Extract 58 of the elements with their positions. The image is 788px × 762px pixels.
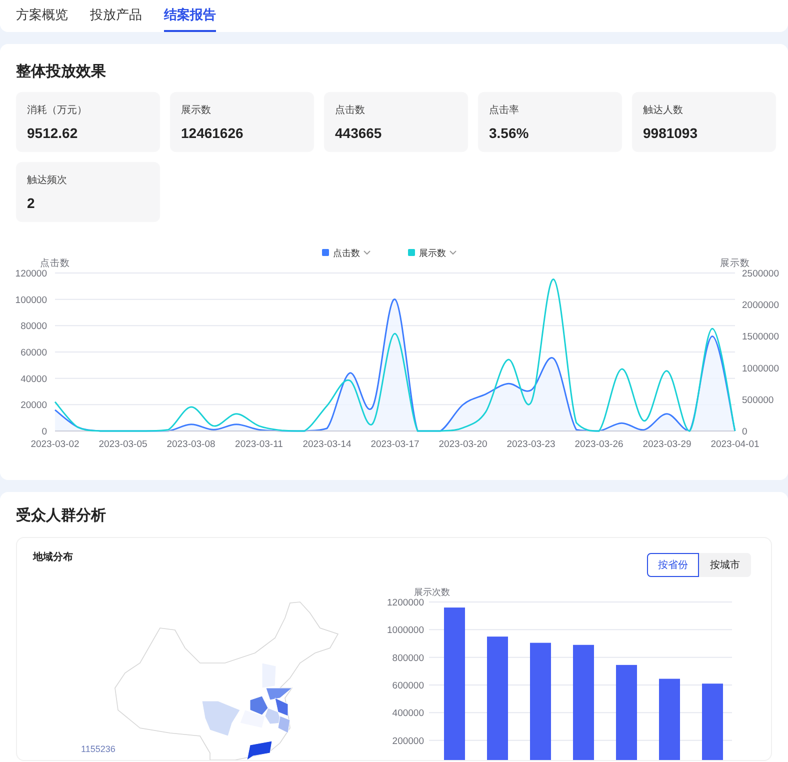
axis-title: 展示次数 — [414, 588, 450, 597]
axis-tick-label: 800000 — [392, 652, 424, 664]
axis-tick-label: 0 — [42, 426, 47, 438]
metric-label: 触达频次 — [27, 175, 68, 187]
axis-tick-label: 2023-03-23 — [506, 439, 556, 450]
metric-value: 9981093 — [643, 124, 699, 143]
axis-tick-label: 1000000 — [742, 363, 779, 374]
toggle-option[interactable]: 按城市 — [699, 553, 751, 577]
metric-label: 消耗（万元） — [27, 105, 88, 117]
axis-tick-label: 120000 — [15, 268, 47, 280]
metric-label: 点击率 — [489, 105, 520, 117]
axis-tick-label: 100000 — [15, 294, 47, 306]
axis-tick-label: 2023-03-29 — [642, 439, 692, 450]
metric-label: 触达人数 — [643, 105, 684, 117]
axis-tick-label: 200000 — [392, 736, 424, 747]
metric-value: 9512.62 — [27, 124, 79, 143]
toggle-option[interactable]: 按省份 — [647, 553, 699, 577]
axis-tick-label: 2023-03-14 — [302, 439, 352, 450]
tab[interactable]: 方案概览 — [16, 0, 68, 32]
tab[interactable]: 投放产品 — [90, 0, 142, 32]
map-legend-value: 1155236 — [81, 743, 116, 755]
axis-tick-label: 2023-04-01 — [710, 439, 760, 450]
tab[interactable]: 结案报告 — [164, 0, 216, 32]
axis-tick-label: 2023-03-17 — [370, 439, 420, 450]
card-title: 地域分布 — [33, 550, 73, 565]
axis-tick-label: 1000000 — [387, 625, 424, 636]
axis-tick-label: 40000 — [20, 374, 47, 385]
legend-item[interactable]: 展示数 — [419, 248, 446, 258]
axis-tick-label: 2023-03-02 — [30, 439, 80, 450]
chevron-down-icon[interactable] — [364, 250, 370, 255]
axis-tick-label: 2500000 — [742, 268, 779, 280]
axis-tick-label: 60000 — [20, 348, 47, 358]
axis-tick-label: 2023-03-05 — [98, 439, 148, 450]
chevron-down-icon[interactable] — [450, 250, 456, 255]
axis-tick-label: 600000 — [392, 680, 424, 692]
metric-label: 点击数 — [335, 105, 366, 117]
axis-tick-label: 400000 — [392, 708, 424, 720]
axis-tick-label: 0 — [742, 426, 748, 438]
axis-tick-label: 2023-03-20 — [438, 439, 488, 450]
metric-value: 3.56% — [489, 124, 530, 143]
axis-tick-label: 500000 — [742, 394, 774, 406]
axis-title: 点击数 — [40, 258, 70, 269]
axis-tick-label: 1500000 — [742, 332, 779, 343]
axis-title: 展示数 — [720, 258, 750, 269]
section-title: 受众人群分析 — [15, 506, 107, 526]
metric-value: 12461626 — [181, 124, 244, 143]
metric-value: 443665 — [335, 124, 383, 143]
axis-tick-label: 2000000 — [742, 300, 779, 312]
legend-item[interactable]: 点击数 — [333, 248, 360, 258]
metric-label: 展示数 — [181, 105, 212, 117]
section-title: 整体投放效果 — [15, 62, 107, 82]
axis-tick-label: 1200000 — [387, 598, 424, 608]
axis-tick-label: 2023-03-08 — [166, 439, 216, 450]
axis-tick-label: 2023-03-26 — [574, 439, 624, 450]
axis-tick-label: 2023-03-11 — [235, 439, 283, 450]
axis-tick-label: 80000 — [20, 321, 47, 332]
axis-tick-label: 20000 — [20, 400, 47, 412]
metric-value: 2 — [27, 194, 36, 213]
